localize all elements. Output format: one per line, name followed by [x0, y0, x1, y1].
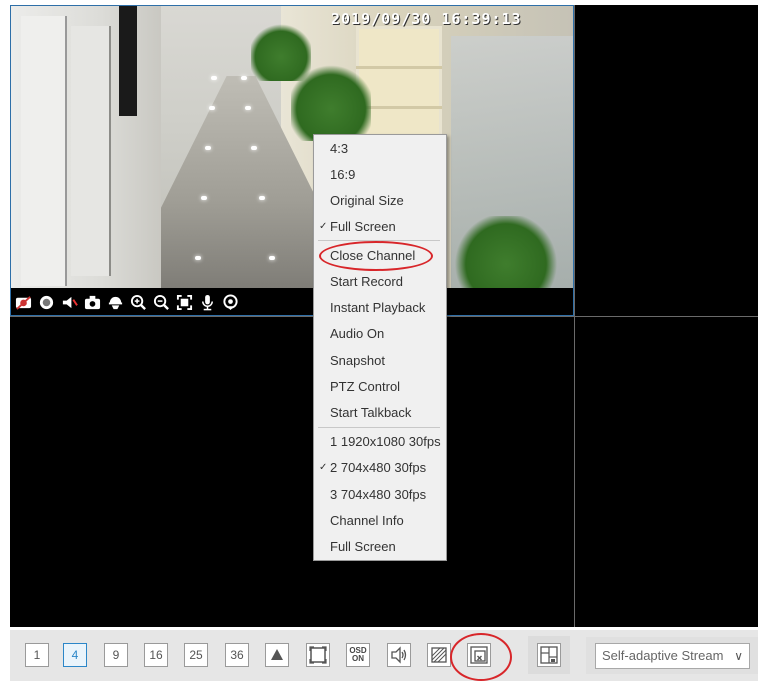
fullscreen-icon [309, 646, 327, 664]
snapshot-icon[interactable] [83, 293, 101, 311]
menu-item-original-size[interactable]: Original Size [314, 189, 446, 213]
ptz-icon[interactable] [106, 293, 124, 311]
microphone-icon[interactable] [198, 293, 216, 311]
camera-toolbar [11, 288, 573, 315]
menu-item-full-screen-aspect[interactable]: ✓ Full Screen [314, 215, 446, 239]
stream-type-select[interactable]: Self-adaptive Stream ∨ [595, 643, 750, 669]
menu-item-start-talkback[interactable]: Start Talkback [314, 401, 446, 425]
chevron-down-icon: ∨ [734, 649, 743, 663]
menu-item-instant-playback[interactable]: Instant Playback [314, 296, 446, 320]
check-mark-icon: ✓ [319, 221, 328, 232]
menu-item-4-3[interactable]: 4:3 [314, 137, 446, 161]
menu-item-channel-info[interactable]: Channel Info [314, 509, 446, 533]
context-menu: 4:3 16:9 Original Size ✓ Full Screen Clos… [313, 134, 447, 561]
check-mark-icon: ✓ [319, 462, 328, 473]
audio-button[interactable] [387, 643, 411, 667]
audio-mute-icon[interactable] [60, 293, 78, 311]
image-adjust-button[interactable] [427, 643, 451, 667]
full-screen-button[interactable] [306, 643, 330, 667]
custom-layout-button[interactable] [537, 643, 561, 667]
menu-item-start-record[interactable]: Start Record [314, 270, 446, 294]
sequence-view-button[interactable] [265, 643, 289, 667]
bottom-toolbar: 1 4 9 16 25 36 OSD ON Self-adaptive Strea… [10, 630, 758, 681]
zoom-out-icon[interactable] [152, 293, 170, 311]
video-pane-1[interactable]: 2019/09/30 16:39:13 [10, 5, 574, 316]
location-icon[interactable] [221, 293, 239, 311]
record-dot-icon[interactable] [37, 293, 55, 311]
camera-feed[interactable]: 2019/09/30 16:39:13 [11, 6, 573, 288]
menu-item-16-9[interactable]: 16:9 [314, 163, 446, 187]
layout-9-button[interactable]: 9 [104, 643, 128, 667]
layout-36-button[interactable]: 36 [225, 643, 249, 667]
menu-separator [318, 427, 440, 428]
layout-25-button[interactable]: 25 [184, 643, 208, 667]
fit-screen-icon[interactable] [175, 293, 193, 311]
layout-grid-icon [540, 646, 558, 664]
speaker-icon [391, 646, 407, 664]
video-pane-3[interactable] [10, 317, 574, 627]
close-window-icon [470, 646, 488, 664]
layout-16-button[interactable]: 16 [144, 643, 168, 667]
close-all-channels-button[interactable] [467, 643, 491, 667]
triangle-up-icon [271, 649, 283, 660]
osd-toggle-button[interactable]: OSD ON [346, 643, 370, 667]
menu-item-full-screen[interactable]: Full Screen [314, 535, 446, 559]
record-off-icon[interactable] [14, 293, 32, 311]
menu-separator [318, 240, 440, 241]
video-pane-4[interactable] [575, 317, 758, 627]
menu-item-close-channel[interactable]: Close Channel [314, 244, 446, 268]
hatched-image-icon [431, 647, 447, 663]
layout-4-button[interactable]: 4 [63, 643, 87, 667]
menu-item-stream-1[interactable]: 1 1920x1080 30fps [314, 430, 446, 454]
menu-item-ptz-control[interactable]: PTZ Control [314, 375, 446, 399]
layout-1-button[interactable]: 1 [25, 643, 49, 667]
zoom-in-icon[interactable] [129, 293, 147, 311]
menu-item-snapshot[interactable]: Snapshot [314, 349, 446, 373]
video-pane-2[interactable] [575, 5, 758, 316]
menu-item-stream-2[interactable]: ✓ 2 704x480 30fps [314, 456, 446, 480]
timestamp-overlay: 2019/09/30 16:39:13 [331, 10, 522, 28]
menu-item-stream-3[interactable]: 3 704x480 30fps [314, 483, 446, 507]
menu-item-audio-on[interactable]: Audio On [314, 322, 446, 346]
